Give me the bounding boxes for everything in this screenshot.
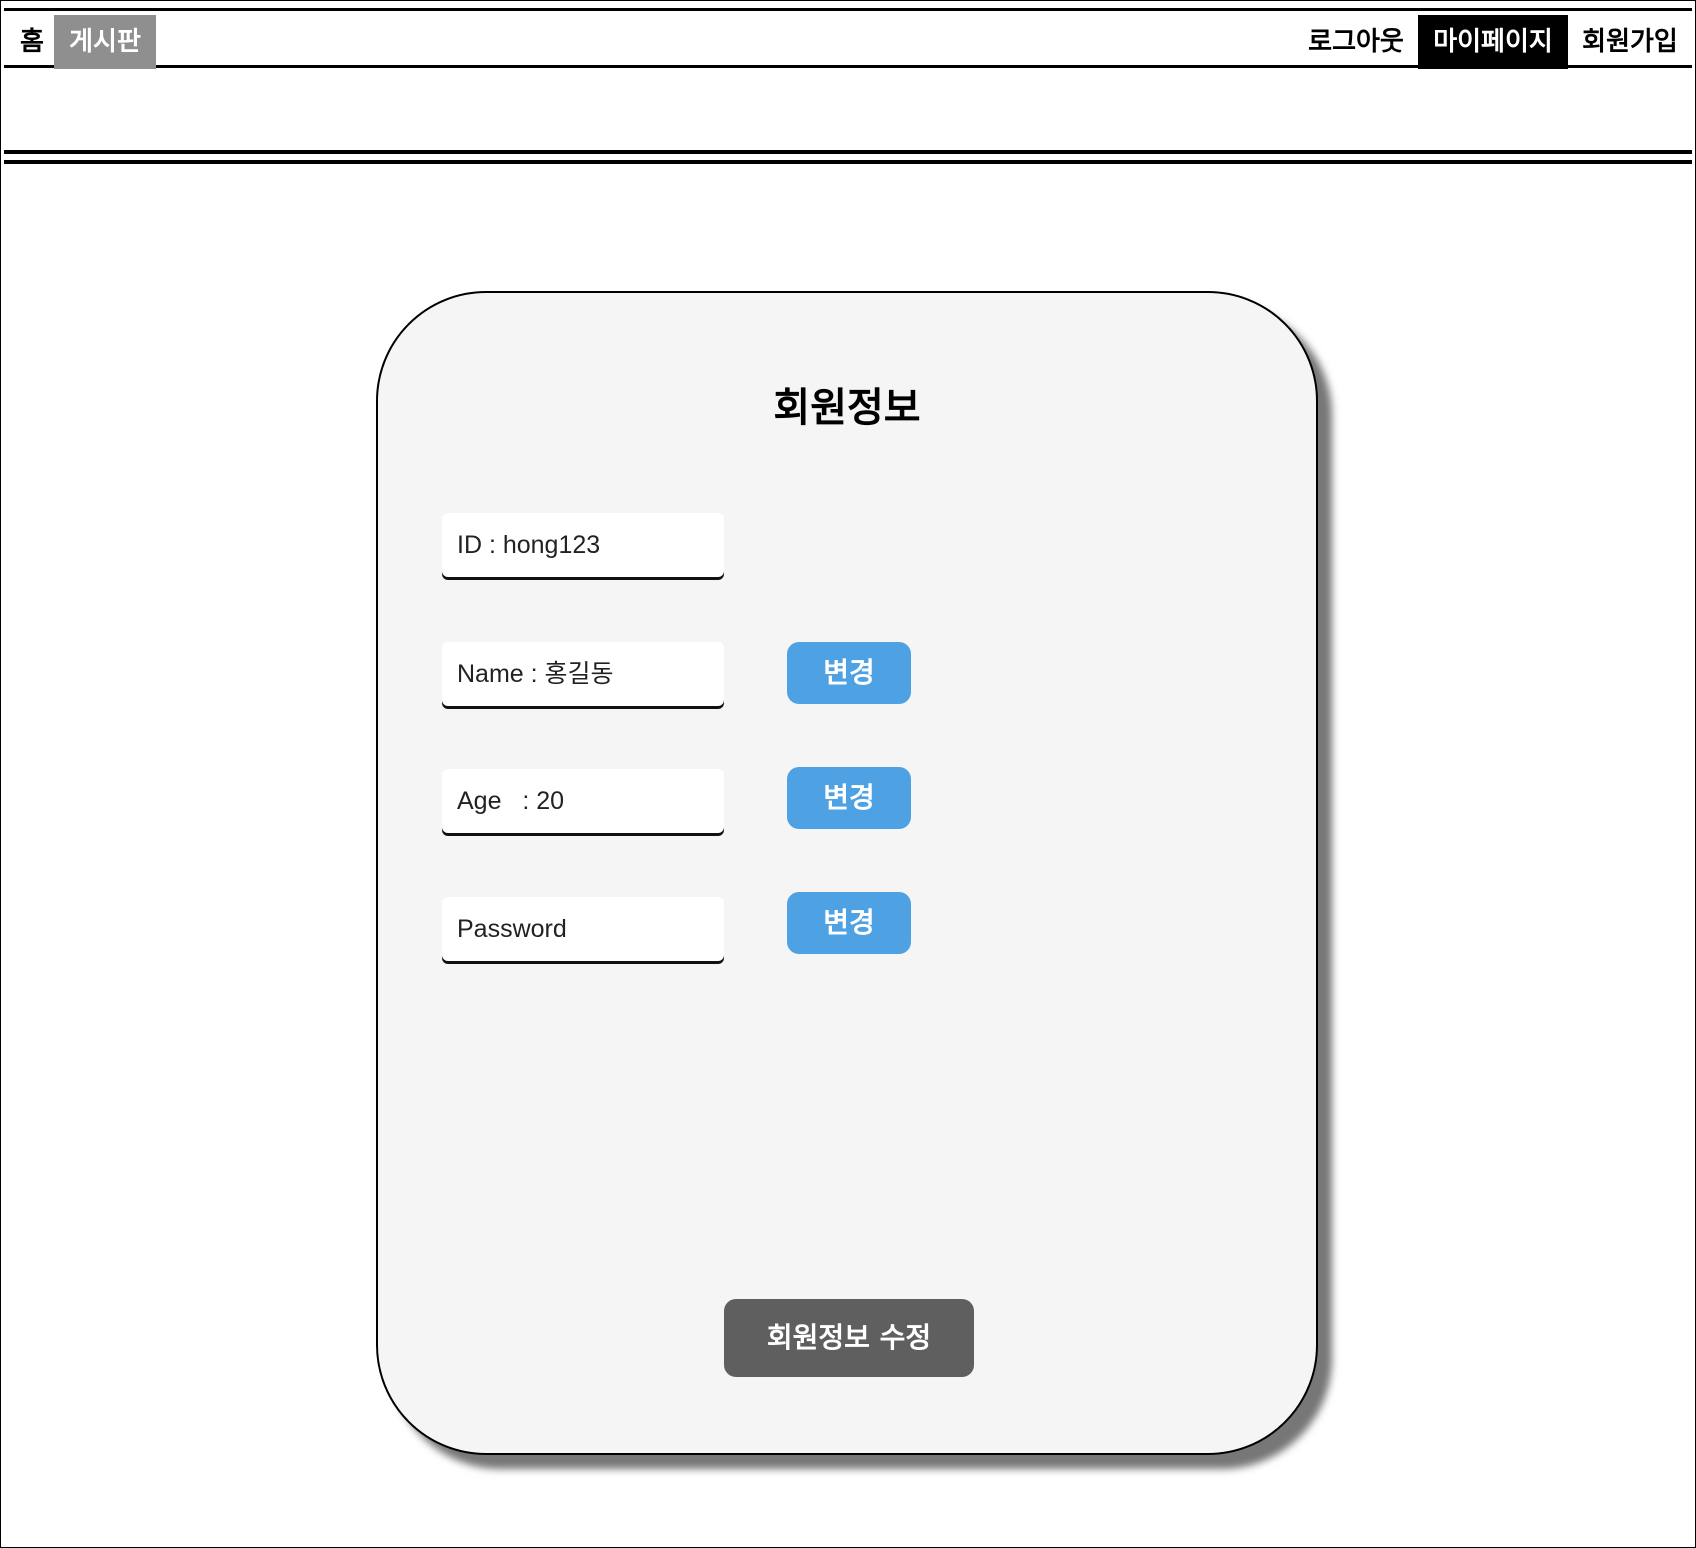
nav-board-link[interactable]: 게시판	[54, 15, 156, 69]
change-age-button[interactable]: 변경	[787, 767, 911, 829]
top-navigation: 홈 게시판 로그아웃 마이페이지 회원가입	[4, 8, 1692, 69]
change-password-button[interactable]: 변경	[787, 892, 911, 954]
change-name-button[interactable]: 변경	[787, 642, 911, 704]
header-divider-top	[4, 150, 1692, 154]
header-divider-bottom	[4, 160, 1692, 164]
member-info-card: 회원정보 ID : hong123 Name : 홍길동 변경 Age : 20…	[376, 291, 1318, 1455]
update-member-info-button[interactable]: 회원정보 수정	[724, 1299, 974, 1377]
age-field[interactable]: Age : 20	[442, 769, 724, 833]
id-field: ID : hong123	[442, 513, 724, 577]
nav-logout-link[interactable]: 로그아웃	[1294, 15, 1418, 69]
card-title: 회원정보	[773, 385, 921, 431]
name-field[interactable]: Name : 홍길동	[442, 642, 724, 706]
nav-signup-link[interactable]: 회원가입	[1568, 15, 1692, 69]
nav-home-link[interactable]: 홈	[10, 15, 54, 69]
nav-mypage-link[interactable]: 마이페이지	[1418, 15, 1568, 69]
password-field[interactable]: Password	[442, 897, 724, 961]
